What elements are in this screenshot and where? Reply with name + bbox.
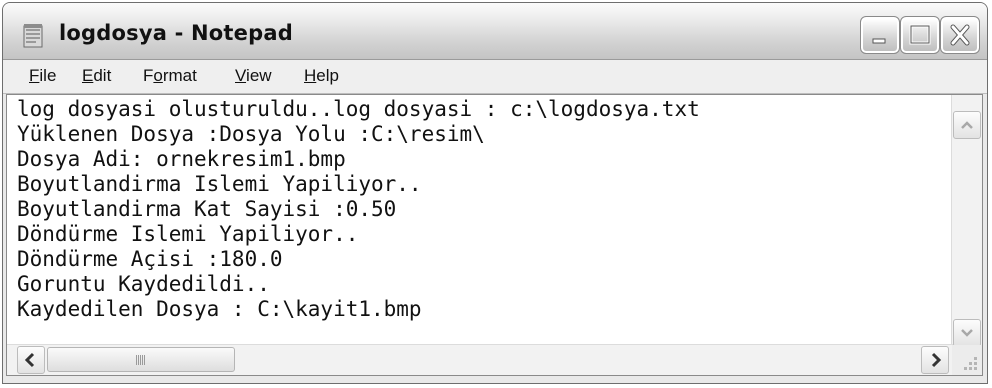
menu-file[interactable]: File <box>29 66 56 86</box>
title-bar[interactable]: logdosya - Notepad <box>3 3 987 60</box>
text-line: Kaydedilen Dosya : C:\kayit1.bmp <box>17 297 422 321</box>
text-line: Boyutlandirma Islemi Yapiliyor.. <box>17 172 422 196</box>
vertical-scrollbar[interactable] <box>951 95 982 347</box>
chevron-up-icon <box>961 121 973 129</box>
text-line: Dosya Adi: ornekresim1.bmp <box>17 147 346 171</box>
menu-edit[interactable]: Edit <box>82 66 111 86</box>
maximize-icon <box>909 24 931 45</box>
menu-help[interactable]: Help <box>304 66 339 86</box>
size-grip[interactable] <box>952 345 982 375</box>
resize-grip-icon <box>964 357 977 370</box>
menu-bar: File Edit Format View Help <box>3 60 987 94</box>
scroll-left-button[interactable] <box>17 346 45 374</box>
scroll-up-button[interactable] <box>953 111 981 139</box>
text-line: Yüklenen Dosya :Dosya Yolu :C:\resim\ <box>17 122 485 146</box>
notepad-window: logdosya - Notepad File Edit Format View… <box>2 2 988 384</box>
text-line: log dosyasi olusturuldu..log dosyasi : c… <box>17 97 700 121</box>
text-line: Döndürme Açisi :180.0 <box>17 247 283 271</box>
horizontal-scrollbar[interactable] <box>7 344 953 375</box>
document-text[interactable]: log dosyasi olusturuldu..log dosyasi : c… <box>17 97 700 322</box>
horizontal-scroll-thumb[interactable] <box>47 347 235 372</box>
menu-format[interactable]: Format <box>143 66 197 86</box>
text-line: Goruntu Kaydedildi.. <box>17 272 270 296</box>
scroll-down-button[interactable] <box>953 319 981 347</box>
close-icon <box>950 24 970 46</box>
text-line: Döndürme Islemi Yapiliyor.. <box>17 222 359 246</box>
chevron-down-icon <box>961 329 973 337</box>
chevron-right-icon <box>931 352 942 368</box>
minimize-icon <box>872 38 886 44</box>
scroll-right-button[interactable] <box>921 346 949 374</box>
minimize-button[interactable] <box>860 16 900 54</box>
text-editor[interactable]: log dosyasi olusturuldu..log dosyasi : c… <box>6 94 983 376</box>
notepad-icon[interactable] <box>21 23 45 49</box>
maximize-button[interactable] <box>900 16 940 54</box>
grip-icon <box>136 355 146 365</box>
window-title: logdosya - Notepad <box>59 21 293 45</box>
menu-view[interactable]: View <box>235 66 272 86</box>
close-button[interactable] <box>940 16 980 54</box>
chevron-left-icon <box>24 352 35 368</box>
text-line: Boyutlandirma Kat Sayisi :0.50 <box>17 197 397 221</box>
